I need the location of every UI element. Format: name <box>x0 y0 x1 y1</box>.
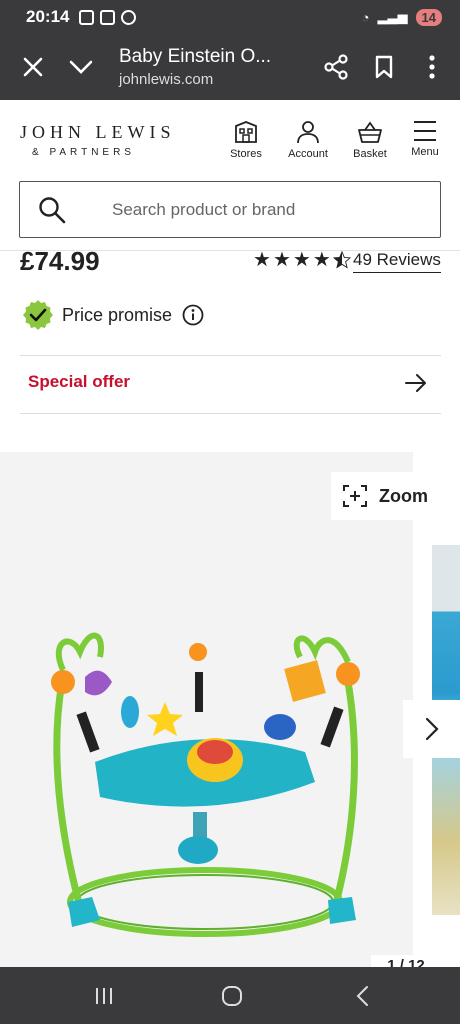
info-icon[interactable] <box>182 304 204 326</box>
notification-icons <box>79 9 137 25</box>
logo-main: JOHN LEWIS <box>20 122 176 142</box>
recent-apps-icon <box>96 988 112 1004</box>
star-icon: ★ <box>272 249 291 271</box>
nav-label: Menu <box>411 146 439 158</box>
nav-stores[interactable]: Stores <box>216 120 276 160</box>
next-image-button[interactable] <box>403 700 460 758</box>
more-options-button[interactable] <box>408 43 456 91</box>
home-button[interactable] <box>212 979 252 1013</box>
price-promise-badge-icon <box>23 300 53 330</box>
half-star-icon <box>332 251 351 269</box>
site-header: JOHN LEWIS & PARTNERS Stores Account Bas… <box>0 100 460 178</box>
divider <box>20 355 441 356</box>
screenshot-icon <box>79 9 95 25</box>
price-promise: Price promise <box>22 299 204 331</box>
status-bar: 20:14 ◔ ▂▃▅ 14 <box>0 0 460 34</box>
close-icon <box>23 57 43 77</box>
zoom-icon <box>343 485 367 507</box>
star-icon: ★ <box>312 249 331 271</box>
nav-label: Basket <box>353 148 387 160</box>
divider <box>20 413 441 414</box>
alert-icon <box>100 9 116 25</box>
chevron-right-icon <box>425 717 439 741</box>
wifi-icon: ◔ <box>361 9 370 25</box>
chevron-down-icon <box>69 60 93 74</box>
back-button[interactable] <box>342 979 382 1013</box>
zoom-button[interactable]: Zoom <box>331 472 441 520</box>
search-icon <box>39 196 66 223</box>
collapse-button[interactable] <box>57 43 105 91</box>
nav-label: Stores <box>230 148 262 160</box>
product-price: £74.99 <box>20 246 100 276</box>
search-bar[interactable] <box>19 181 441 238</box>
recent-apps-button[interactable] <box>84 979 124 1013</box>
star-icon: ★ <box>253 249 271 271</box>
account-icon <box>297 121 319 144</box>
battery-indicator: 14 <box>415 8 442 26</box>
price-promise-label: Price promise <box>62 304 173 325</box>
nav-label: Account <box>288 148 328 160</box>
menu-icon <box>414 121 436 141</box>
bookmark-icon <box>375 55 393 79</box>
star-rating[interactable]: ★ ★ ★ ★ <box>253 250 351 270</box>
basket-icon <box>358 121 382 143</box>
close-tab-button[interactable] <box>9 43 57 91</box>
arrow-right-icon[interactable] <box>404 370 428 396</box>
zoom-label: Zoom <box>379 485 428 506</box>
whatsapp-icon <box>121 9 137 25</box>
john-lewis-logo[interactable]: JOHN LEWIS & PARTNERS <box>20 122 176 158</box>
page-url: johnlewis.com <box>119 71 214 88</box>
product-image-jumper[interactable] <box>0 452 413 967</box>
back-icon <box>356 986 368 1006</box>
page-title: Baby Einstein O... <box>119 46 272 67</box>
bookmark-button[interactable] <box>360 43 408 91</box>
more-vertical-icon <box>429 55 435 79</box>
status-right: ◔ ▂▃▅ 14 <box>361 8 442 26</box>
share-icon <box>324 54 348 80</box>
nav-account[interactable]: Account <box>278 120 338 160</box>
reviews-link[interactable]: 49 Reviews <box>353 250 441 273</box>
page-info[interactable]: Baby Einstein O... johnlewis.com <box>119 46 312 88</box>
store-icon <box>235 121 257 143</box>
signal-icon: ▂▃▅ <box>377 9 408 24</box>
system-navigation-bar <box>0 967 460 1024</box>
logo-sub: & PARTNERS <box>32 147 135 158</box>
status-time: 20:14 <box>26 7 70 26</box>
nav-menu[interactable]: Menu <box>395 120 455 158</box>
star-icon: ★ <box>292 249 311 271</box>
nav-basket[interactable]: Basket <box>340 120 400 160</box>
product-image-gallery[interactable] <box>0 452 413 967</box>
browser-toolbar: Baby Einstein O... johnlewis.com <box>0 34 460 100</box>
share-button[interactable] <box>312 43 360 91</box>
special-offer-link[interactable]: Special offer <box>28 372 130 392</box>
home-icon <box>222 986 242 1006</box>
search-input[interactable] <box>112 199 372 220</box>
